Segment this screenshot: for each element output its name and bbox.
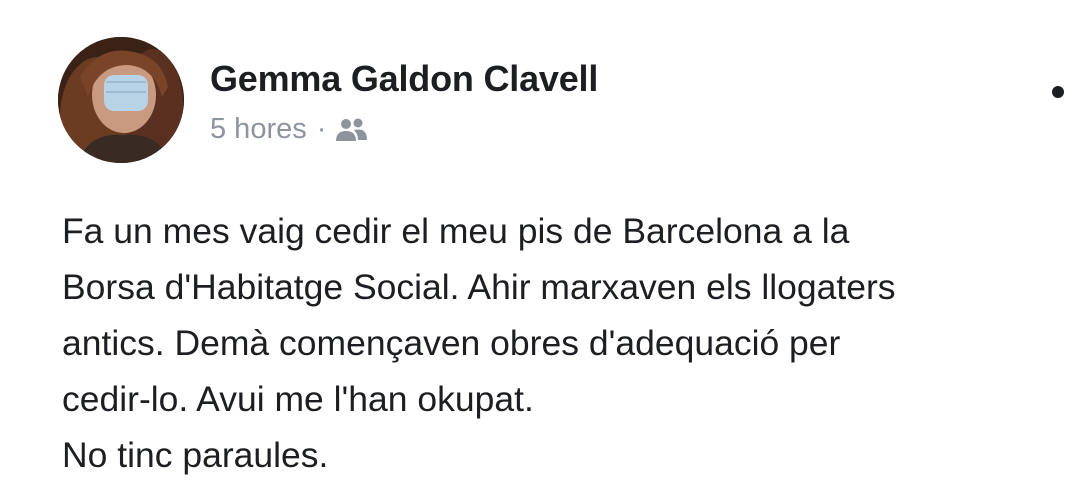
facebook-post: Gemma Galdon Clavell 5 hores · Fa un mes… [0, 0, 1080, 489]
post-text-line: antics. Demà començaven obres d'adequaci… [62, 323, 841, 363]
post-text-line: Borsa d'Habitatge Social. Ahir marxaven … [62, 267, 896, 307]
friends-icon[interactable] [334, 117, 368, 143]
post-text: Fa un mes vaig cedir el meu pis de Barce… [62, 203, 1080, 483]
post-text-line: cedir-lo. Avui me l'han okupat. [62, 379, 534, 419]
meta-separator: · [316, 113, 327, 145]
avatar[interactable] [58, 37, 184, 163]
post-text-line: No tinc paraules. [62, 435, 329, 475]
post-timestamp[interactable]: 5 hores [210, 113, 307, 146]
more-options-icon[interactable] [1052, 86, 1064, 98]
post-meta: 5 hores · [210, 113, 368, 146]
post-text-line: Fa un mes vaig cedir el meu pis de Barce… [62, 211, 850, 251]
avatar-photo [58, 37, 184, 163]
author-name[interactable]: Gemma Galdon Clavell [210, 58, 598, 100]
